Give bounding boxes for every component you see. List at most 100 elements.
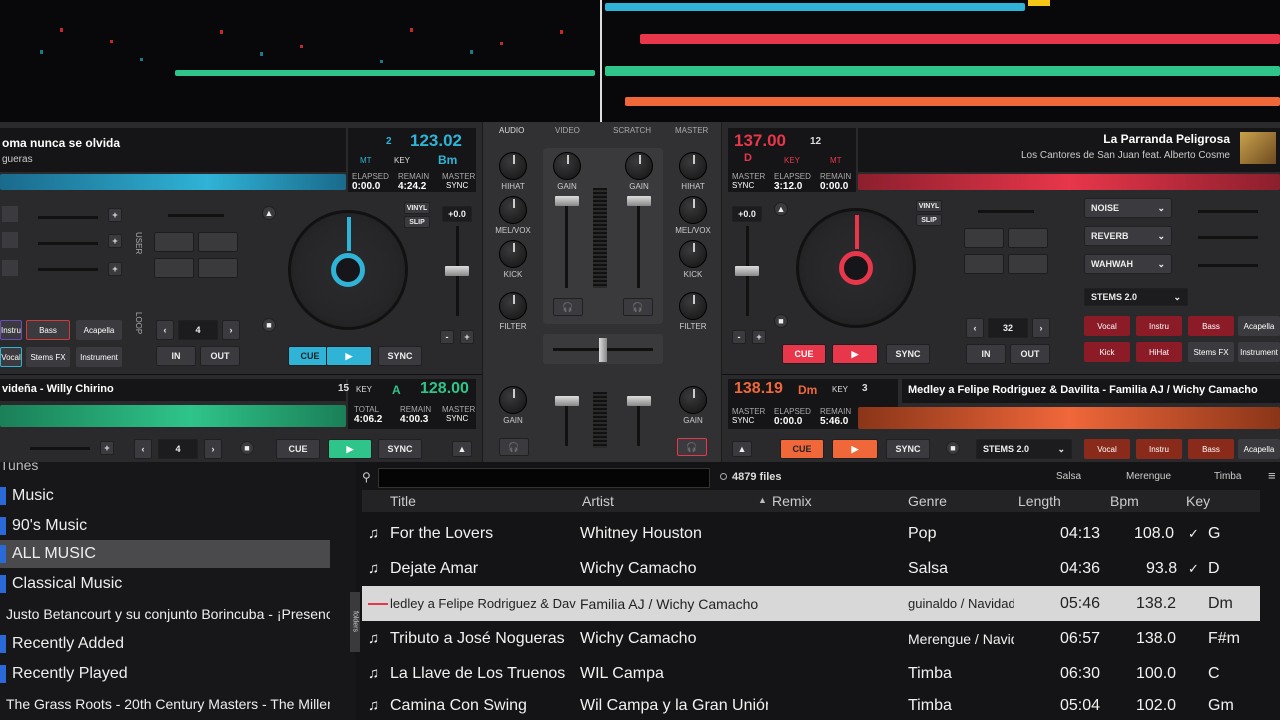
mixer-d-volume-cap[interactable] <box>627 396 651 406</box>
deck-c-cue-button[interactable]: CUE <box>276 439 320 459</box>
deck-c-stop-button[interactable]: ■ <box>240 441 254 455</box>
deck-d-stem-bass[interactable]: Bass <box>1188 439 1234 459</box>
deck-b-stem-bass[interactable]: Bass <box>1188 316 1234 336</box>
deck-d-stem-instru[interactable]: Instru <box>1136 439 1182 459</box>
deck-c-sync-label[interactable]: SYNC <box>446 414 468 423</box>
deck-c-waveform[interactable] <box>0 405 346 427</box>
deck-b-stem-vocal[interactable]: Vocal <box>1084 316 1130 336</box>
mixer-a-kick-knob[interactable] <box>499 240 527 268</box>
table-row[interactable]: ♫ Tributo a José Nogueras Wichy Camacho … <box>362 621 1260 656</box>
deck-b-cue-button[interactable]: CUE <box>782 344 826 364</box>
mixer-a-volume-cap[interactable] <box>555 196 579 206</box>
mixer-a-melvox-knob[interactable] <box>499 196 527 224</box>
deck-b-key[interactable]: D <box>744 152 752 164</box>
deck-a-plus-2[interactable]: + <box>108 234 122 248</box>
mixer-d-gain-knob[interactable] <box>679 386 707 414</box>
deck-a-fx-toggle-1[interactable] <box>2 206 18 222</box>
mixer-tab-master[interactable]: MASTER <box>675 126 708 135</box>
col-artist[interactable]: Artist <box>582 493 614 509</box>
deck-d-bpm[interactable]: 138.19 <box>734 380 783 398</box>
table-row[interactable]: ♫ Camina Con Swing Wil Campa y la Gran U… <box>362 691 1260 720</box>
mixer-a-gain-knob[interactable] <box>553 152 581 180</box>
deck-d-stem-acapella[interactable]: Acapella <box>1238 439 1280 459</box>
mixer-a-volume-fader[interactable] <box>565 198 568 288</box>
deck-a-bpm[interactable]: 123.02 <box>410 131 462 151</box>
deck-c-play-button[interactable]: ▶ <box>328 439 372 459</box>
deck-a-vinyl-button[interactable]: VINYL <box>404 202 430 214</box>
deck-c-key[interactable]: A <box>392 383 401 397</box>
deck-b-fx-select-2[interactable]: REVERB ⌄ <box>1084 226 1172 246</box>
deck-b-loop-next[interactable]: › <box>1032 318 1050 338</box>
deck-a-plus-1[interactable]: + <box>108 208 122 222</box>
deck-a-pitch-minus[interactable]: - <box>440 330 454 344</box>
deck-d-stems-select[interactable]: STEMS 2.0 ⌄ <box>976 439 1072 459</box>
deck-b-pad-4[interactable] <box>1008 254 1048 274</box>
deck-b-pad-2[interactable] <box>1008 228 1048 248</box>
deck-c-bpm[interactable]: 128.00 <box>420 380 469 398</box>
deck-a-fx-slider-1[interactable] <box>38 216 98 219</box>
deck-a-loop-next[interactable]: › <box>222 320 240 340</box>
deck-b-loop-prev[interactable]: ‹ <box>966 318 984 338</box>
deck-b-slip-button[interactable]: SLIP <box>916 214 942 226</box>
deck-b-stem-acapella[interactable]: Acapella <box>1238 316 1280 336</box>
deck-b-fx-slider-3[interactable] <box>1198 264 1258 267</box>
mixer-a-filter-knob[interactable] <box>499 292 527 320</box>
deck-b-in-button[interactable]: IN <box>966 344 1006 364</box>
deck-c-loop-prev[interactable]: ‹ <box>134 439 152 459</box>
folders-tab[interactable]: folders <box>350 592 360 652</box>
deck-b-mt[interactable]: MT <box>830 156 842 165</box>
deck-a-stem-vocal[interactable]: Vocal <box>0 347 22 367</box>
deck-b-fx-slider-2[interactable] <box>1198 236 1258 239</box>
deck-a-sync-button[interactable]: SYNC <box>378 346 422 366</box>
deck-b-stems-select[interactable]: STEMS 2.0 ⌄ <box>1084 288 1188 306</box>
deck-c-fx-slider[interactable] <box>30 447 90 450</box>
mixer-tab-video[interactable]: VIDEO <box>555 126 580 135</box>
deck-a-out-button[interactable]: OUT <box>200 346 240 366</box>
quick-filter-salsa[interactable]: Salsa <box>1056 471 1081 482</box>
deck-b-pitch-value[interactable]: +0.0 <box>732 206 762 222</box>
table-row[interactable]: ♫ La Llave de Los Truenos WIL Campa Timb… <box>362 656 1260 691</box>
deck-a-loop-size[interactable]: 4 <box>178 320 218 340</box>
mixer-b-gain-knob[interactable] <box>625 152 653 180</box>
deck-a-stem-bass[interactable]: Bass <box>26 320 70 340</box>
deck-d-key[interactable]: Dm <box>798 383 817 397</box>
deck-b-stem-hihat[interactable]: HiHat <box>1136 342 1182 362</box>
deck-a-stem-acapella[interactable]: Acapella <box>76 320 122 340</box>
deck-d-stem-vocal[interactable]: Vocal <box>1084 439 1130 459</box>
table-row[interactable]: ♫ For the Lovers Whitney Houston Pop 04:… <box>362 516 1260 551</box>
deck-b-stem-instru[interactable]: Instru <box>1136 316 1182 336</box>
deck-b-pitch-fader-cap[interactable] <box>735 266 759 276</box>
deck-a-waveform[interactable] <box>0 174 346 190</box>
deck-b-pad-3[interactable] <box>964 254 1004 274</box>
table-row[interactable]: ♫ Dejate Amar Wichy Camacho Salsa 04:36 … <box>362 551 1260 586</box>
mixer-b-volume-cap[interactable] <box>627 196 651 206</box>
deck-b-fx-select-3[interactable]: WAHWAH ⌄ <box>1084 254 1172 274</box>
deck-b-stem-kick[interactable]: Kick <box>1084 342 1130 362</box>
mixer-d-headphone-button[interactable]: 🎧 <box>677 438 707 456</box>
deck-a-sync-label[interactable]: SYNC <box>446 181 468 190</box>
mixer-c-headphone-button[interactable]: 🎧 <box>499 438 529 456</box>
mixer-tab-audio[interactable]: AUDIO <box>499 126 524 135</box>
deck-b-waveform[interactable] <box>858 174 1280 190</box>
deck-a-pitch-plus[interactable]: + <box>460 330 474 344</box>
deck-a-plus-3[interactable]: + <box>108 262 122 276</box>
deck-a-pitch-value[interactable]: +0.0 <box>442 206 472 222</box>
deck-c-plus[interactable]: + <box>100 441 114 455</box>
crossfader-cap[interactable] <box>599 338 607 362</box>
deck-a-stop-button[interactable]: ■ <box>262 318 276 332</box>
deck-b-stop-button[interactable]: ■ <box>774 314 788 328</box>
waveform-overview[interactable] <box>0 0 1280 122</box>
deck-b-pitch-minus[interactable]: - <box>732 330 746 344</box>
deck-b-out-button[interactable]: OUT <box>1010 344 1050 364</box>
deck-a-stem-instru[interactable]: Instru <box>0 320 22 340</box>
deck-a-fx-slider-2[interactable] <box>38 242 98 245</box>
mixer-b-kick-knob[interactable] <box>679 240 707 268</box>
deck-a-pad-1[interactable] <box>154 232 194 252</box>
deck-b-pitch-plus[interactable]: + <box>752 330 766 344</box>
deck-a-fx-toggle-3[interactable] <box>2 260 18 276</box>
col-bpm[interactable]: Bpm <box>1110 493 1139 509</box>
quick-filter-merengue[interactable]: Merengue <box>1126 471 1171 482</box>
deck-c-eject-button[interactable]: ▲ <box>452 441 472 457</box>
deck-a-pad-3[interactable] <box>154 258 194 278</box>
col-length[interactable]: Length <box>1018 493 1061 509</box>
